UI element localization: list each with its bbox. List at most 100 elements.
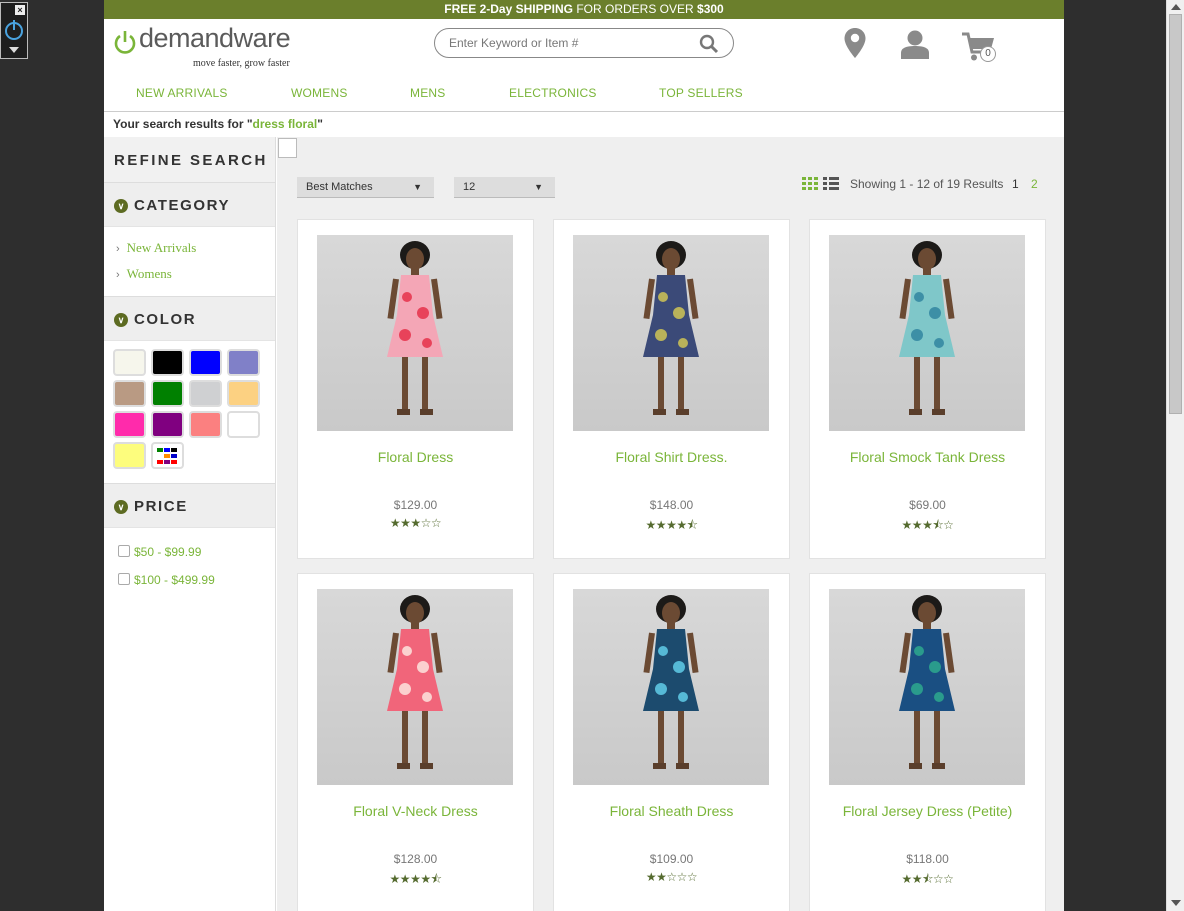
page-size-select[interactable]: 12 ▼ [454,177,555,198]
nav-womens[interactable]: WOMENS [291,86,348,100]
category-list: › New Arrivals › Womens [104,227,275,297]
price-facet-header[interactable]: ∨ PRICE [104,484,275,528]
product-card[interactable]: Floral Jersey Dress (Petite) $118.00 ★★⯪☆☆ [809,573,1046,911]
dropdown-arrow-icon: ▼ [413,182,422,192]
product-name[interactable]: Floral V-Neck Dress [298,803,533,819]
price-option[interactable]: $50 - $99.99 [118,542,275,570]
color-swatch[interactable] [189,411,222,438]
chevron-right-icon: › [116,269,120,281]
page-link[interactable]: 2 [1031,177,1038,191]
color-swatch[interactable] [113,380,146,407]
product-name[interactable]: Floral Dress [298,449,533,465]
search-term: dress floral [252,117,318,131]
color-swatch[interactable] [227,380,260,407]
color-swatch[interactable] [227,349,260,376]
scroll-down-arrow-icon[interactable] [1171,900,1181,906]
product-image[interactable] [829,589,1025,785]
nav-mens[interactable]: MENS [410,86,445,100]
color-swatch[interactable] [113,411,146,438]
category-facet-header[interactable]: ∨ CATEGORY [104,183,275,227]
close-icon[interactable]: × [15,5,25,15]
grid-view-icon[interactable] [802,177,818,190]
sort-select[interactable]: Best Matches ▼ [297,177,434,198]
nav-top-sellers[interactable]: TOP SELLERS [659,86,743,100]
page-link-current[interactable]: 1 [1012,177,1019,191]
search-input[interactable] [449,34,679,52]
scroll-up-arrow-icon[interactable] [1171,4,1181,10]
price-label: $50 - $99.99 [134,545,202,559]
color-swatch[interactable] [189,349,222,376]
scrollbar-thumb[interactable] [1169,14,1182,414]
promo-banner: FREE 2-Day SHIPPING FOR ORDERS OVER $300 [104,0,1064,19]
category-label: New Arrivals [126,240,197,255]
product-name[interactable]: Floral Shirt Dress. [554,449,789,465]
browser-extension-widget[interactable]: × [0,2,28,59]
color-swatch[interactable] [113,349,146,376]
product-image[interactable] [317,589,513,785]
results-suffix: " [317,117,323,131]
product-price: $128.00 [393,852,438,866]
star-rating: ★★⯪☆☆ [901,872,954,886]
product-price: $129.00 [393,498,438,512]
category-item[interactable]: › Womens [116,263,275,289]
price-label: $100 - $499.99 [134,573,215,587]
product-image[interactable] [829,235,1025,431]
promo-text: SHIPPING [515,2,573,16]
dropdown-arrow-icon[interactable] [9,47,19,53]
search-box[interactable] [434,28,734,58]
product-card[interactable]: Floral Shirt Dress. $148.00 ★★★★⯪ [553,219,790,559]
product-card[interactable]: Floral Smock Tank Dress $69.00 ★★★⯪☆ [809,219,1046,559]
color-swatch[interactable] [189,380,222,407]
color-facet-header[interactable]: ∨ COLOR [104,297,275,341]
star-rating: ★★☆☆☆ [645,870,698,884]
product-image[interactable] [317,235,513,431]
color-swatch[interactable] [151,349,184,376]
search-icon[interactable] [699,34,719,54]
product-name[interactable]: Floral Jersey Dress (Petite) [810,803,1045,819]
store-locator-icon[interactable] [843,27,867,59]
cart-count-badge[interactable]: 0 [980,46,996,62]
logo-tagline: move faster, grow faster [193,58,290,69]
price-list: $50 - $99.99 $100 - $499.99 [104,528,275,598]
promo-text: FOR ORDERS OVER [576,2,694,16]
list-view-icon[interactable] [823,177,839,190]
product-image[interactable] [573,235,769,431]
account-icon[interactable] [900,29,930,59]
site-header: demandware move faster, grow faster 0 [104,19,1064,79]
nav-electronics[interactable]: ELECTRONICS [509,86,597,100]
power-icon[interactable] [3,17,25,43]
product-name[interactable]: Floral Sheath Dress [554,803,789,819]
color-swatch-miscellaneous[interactable] [151,442,184,469]
facet-title: COLOR [134,311,197,328]
color-swatch[interactable] [151,411,184,438]
chevron-down-icon: ∨ [114,199,128,213]
product-price: $109.00 [649,852,694,866]
product-results: Best Matches ▼ 12 ▼ Showing 1 - 12 of 19… [277,137,1064,911]
vertical-scrollbar[interactable] [1166,0,1184,911]
results-count: Showing 1 - 12 of 19 Results [850,177,1004,191]
product-card[interactable]: Floral V-Neck Dress $128.00 ★★★★⯪ [297,573,534,911]
chevron-down-icon: ∨ [114,500,128,514]
refine-sidebar: REFINE SEARCH ∨ CATEGORY › New Arrivals › W… [104,137,276,911]
product-price: $69.00 [909,498,946,512]
checkbox[interactable] [118,573,130,585]
results-prefix: Your search results for " [113,117,253,131]
product-name[interactable]: Floral Smock Tank Dress [810,449,1045,465]
product-image[interactable] [573,589,769,785]
star-rating: ★★★★⯪ [645,518,698,532]
chevron-right-icon: › [116,243,120,255]
power-logo-icon [114,31,136,54]
demandware-logo[interactable]: demandware move faster, grow faster [113,23,303,69]
nav-new-arrivals[interactable]: NEW ARRIVALS [136,86,228,100]
facet-title: CATEGORY [134,197,231,214]
color-swatch[interactable] [151,380,184,407]
color-swatch[interactable] [113,442,146,469]
color-swatch[interactable] [227,411,260,438]
star-rating: ★★★☆☆ [389,516,442,530]
category-item[interactable]: › New Arrivals [116,237,275,263]
price-option[interactable]: $100 - $499.99 [118,570,275,598]
product-card[interactable]: Floral Sheath Dress $109.00 ★★☆☆☆ [553,573,790,911]
promo-amount: $300 [697,2,724,16]
checkbox[interactable] [118,545,130,557]
product-card[interactable]: Floral Dress $129.00 ★★★☆☆ [297,219,534,559]
